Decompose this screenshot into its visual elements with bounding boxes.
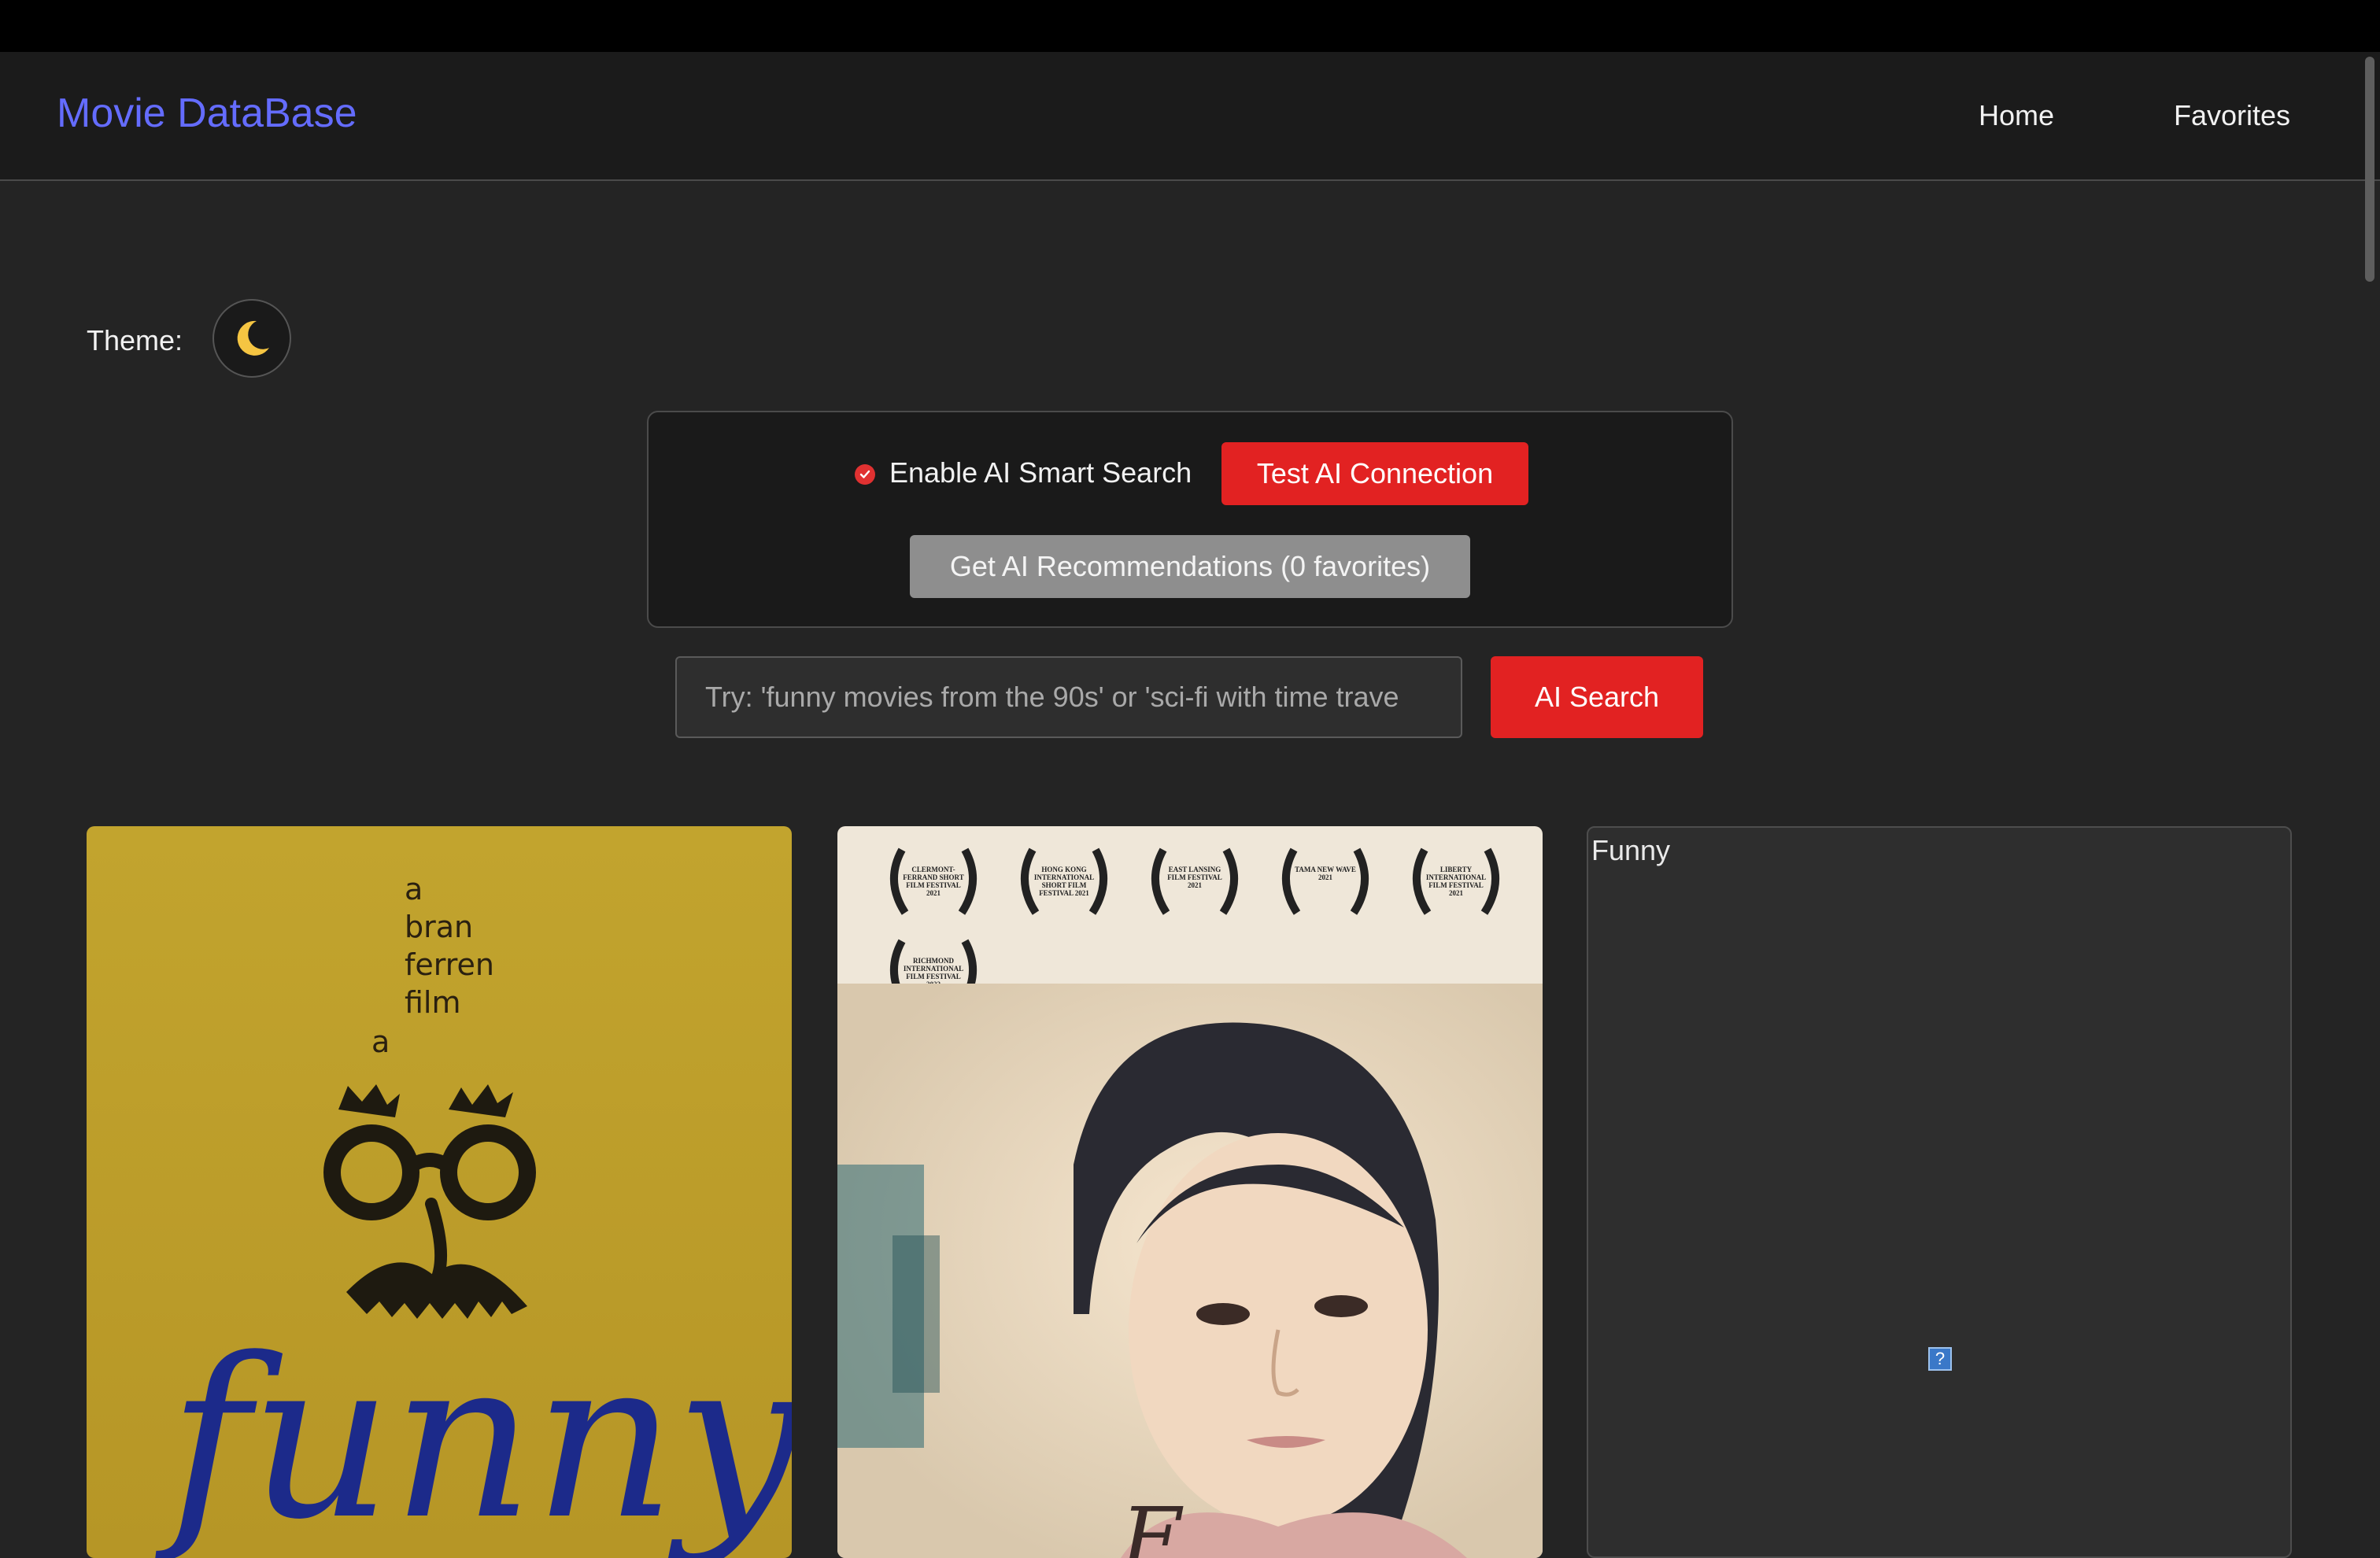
- moon-icon: [237, 320, 269, 356]
- checkmark-icon: [859, 470, 870, 478]
- laurel-badge: CLERMONT-FERRAND SHORT FILM FESTIVAL 202…: [878, 842, 989, 921]
- movie-card[interactable]: a bran ferren film a funny: [87, 826, 792, 1558]
- test-ai-connection-button[interactable]: Test AI Connection: [1221, 442, 1528, 505]
- broken-image-icon: ?: [1928, 1347, 1952, 1371]
- movie-card[interactable]: Funny ?: [1587, 826, 2292, 1558]
- ai-search-input[interactable]: [675, 656, 1462, 738]
- poster-title: F: [1121, 1489, 1181, 1558]
- nav-favorites-link[interactable]: Favorites: [2174, 99, 2290, 132]
- poster-title: funny: [168, 1312, 792, 1558]
- top-black-strip: [0, 0, 2380, 52]
- image-alt-text: Funny: [1591, 834, 1671, 866]
- ai-search-button[interactable]: AI Search: [1491, 656, 1703, 738]
- theme-label: Theme:: [87, 324, 183, 356]
- ai-smart-search-label[interactable]: Enable AI Smart Search: [889, 456, 1192, 489]
- scrollbar-thumb[interactable]: [2365, 57, 2374, 282]
- laurel-badge: EAST LANSING FILM FESTIVAL 2021: [1140, 842, 1250, 921]
- disguise-glasses-icon: [323, 1084, 536, 1319]
- laurel-badge: HONG KONG INTERNATIONAL SHORT FILM FESTI…: [1009, 842, 1119, 921]
- get-ai-recommendations-button[interactable]: Get AI Recommendations (0 favorites): [910, 535, 1470, 598]
- laurel-icon: [1282, 847, 1369, 915]
- nav-home-link[interactable]: Home: [1979, 99, 2054, 132]
- laurel-badge: TAMA NEW WAVE 2021: [1270, 842, 1380, 921]
- navbar: Movie DataBase Home Favorites: [0, 52, 2380, 181]
- poster-portrait: [837, 984, 1543, 1558]
- ai-controls-panel: Enable AI Smart Search Test AI Connectio…: [647, 411, 1733, 628]
- theme-toggle-button[interactable]: [213, 299, 291, 378]
- laurel-badge: LIBERTY INTERNATIONAL FILM FESTIVAL 2021: [1401, 842, 1511, 921]
- brand-logo[interactable]: Movie DataBase: [57, 90, 357, 137]
- ai-smart-search-checkbox[interactable]: [855, 464, 875, 485]
- poster-article: a: [371, 1025, 390, 1059]
- movie-card[interactable]: CLERMONT-FERRAND SHORT FILM FESTIVAL 202…: [837, 826, 1543, 1558]
- poster-credit: a bran ferren film: [405, 872, 494, 1020]
